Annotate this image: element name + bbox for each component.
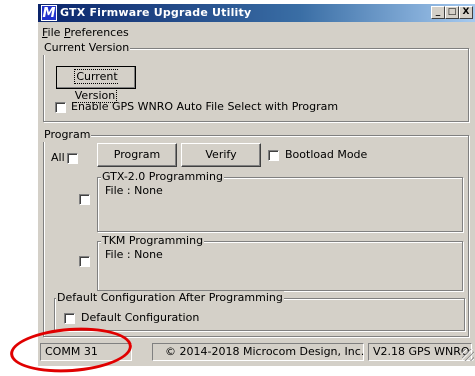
current-version-button[interactable]: Current Version <box>56 66 136 103</box>
gtx-programming-group: GTX-2.0 Programming File : None <box>97 170 463 232</box>
program-group-label: Program <box>43 128 92 142</box>
default-config-label: Default Configuration <box>81 311 200 324</box>
status-version: V2.18 GPS WNRO <box>368 343 472 361</box>
window-title: GTX Firmware Upgrade Utility <box>60 6 252 19</box>
menu-file[interactable]: File <box>42 26 60 39</box>
default-config-checkbox[interactable] <box>64 313 75 324</box>
gtx-file-text: File : None <box>105 184 163 197</box>
all-checkbox[interactable] <box>67 153 78 164</box>
enable-gps-checkbox[interactable] <box>55 102 66 113</box>
tkm-file-text: File : None <box>105 248 163 261</box>
app-logo-icon: M <box>41 5 57 21</box>
red-annotation-circle <box>8 323 134 376</box>
app-window: M GTX Firmware Upgrade Utility _ □ X Fil… <box>38 4 475 366</box>
bootload-mode-checkbox[interactable] <box>268 150 279 161</box>
tkm-programming-label: TKM Programming <box>101 234 205 248</box>
tkm-select-checkbox[interactable] <box>79 256 90 267</box>
tkm-programming-group: TKM Programming File : None <box>97 234 463 291</box>
title-bar[interactable]: M GTX Firmware Upgrade Utility _ □ X <box>38 4 475 22</box>
default-config-group-label: Default Configuration After Programming <box>56 291 284 305</box>
close-button[interactable]: X <box>459 6 473 19</box>
status-copyright: © 2014-2018 Microcom Design, Inc. <box>152 343 364 361</box>
gtx-select-checkbox[interactable] <box>79 194 90 205</box>
verify-button[interactable]: Verify <box>181 143 261 167</box>
enable-gps-label: Enable GPS WNRO Auto File Select with Pr… <box>71 100 339 113</box>
bootload-mode-label: Bootload Mode <box>285 148 368 161</box>
current-version-group-label: Current Version <box>43 41 131 55</box>
minimize-button[interactable]: _ <box>431 6 445 19</box>
resize-grip-icon[interactable] <box>462 349 474 361</box>
gtx-programming-label: GTX-2.0 Programming <box>101 170 224 184</box>
menu-preferences[interactable]: Preferences <box>64 26 129 39</box>
program-button[interactable]: Program <box>97 143 177 167</box>
all-label: All <box>51 151 65 164</box>
maximize-button[interactable]: □ <box>445 6 459 19</box>
